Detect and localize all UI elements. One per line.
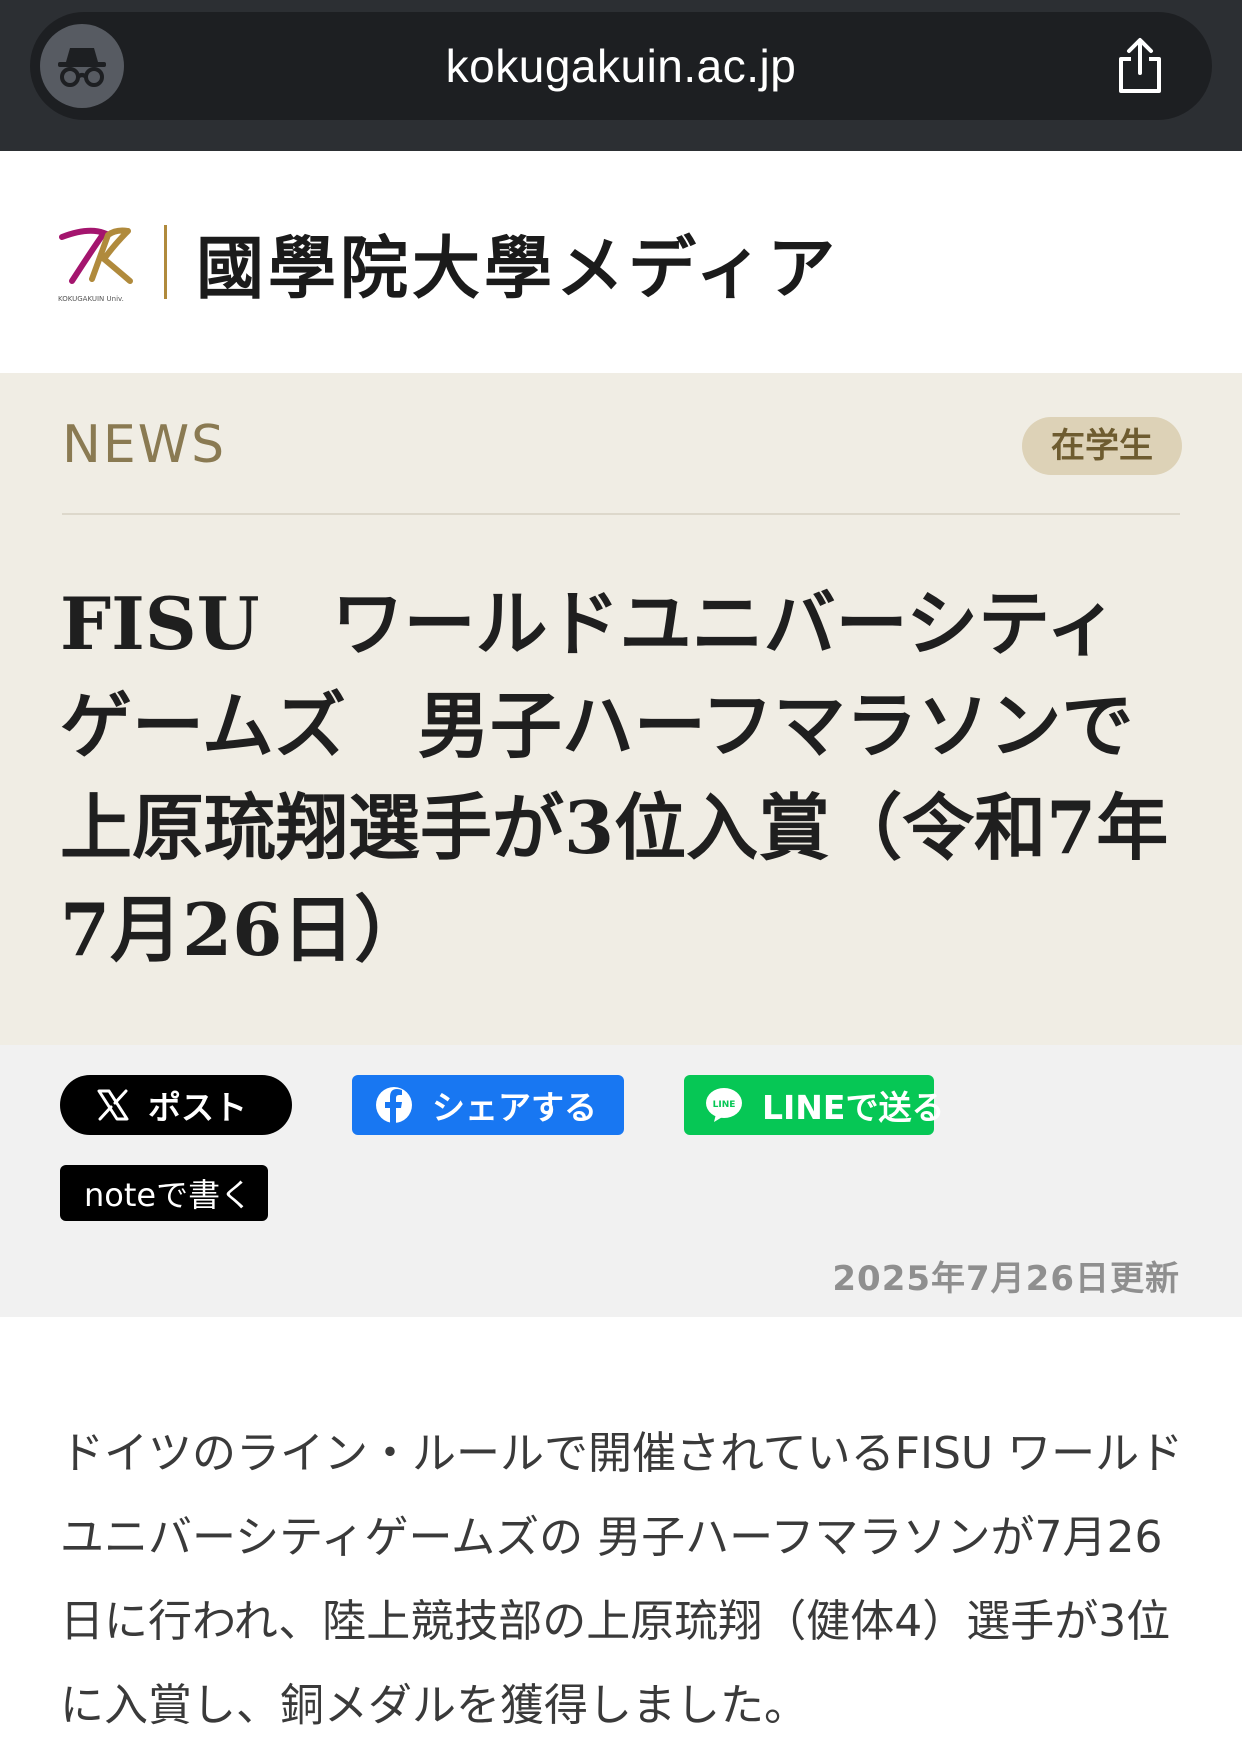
site-header: KOKUGAKUIN Univ. 國學院大學メディア <box>0 151 1242 373</box>
university-logo[interactable]: KOKUGAKUIN Univ. <box>58 223 136 303</box>
updated-date: 2025年7月26日更新 <box>832 1259 1180 1299</box>
svg-text:KOKUGAKUIN Univ.: KOKUGAKUIN Univ. <box>58 295 124 303</box>
facebook-icon <box>374 1085 414 1125</box>
note-write-button[interactable]: noteで書く <box>60 1165 268 1221</box>
x-post-button[interactable]: ポスト <box>60 1075 292 1135</box>
category-badge[interactable]: 在学生 <box>1022 417 1182 475</box>
note-write-label: noteで書く <box>84 1176 253 1214</box>
site-title[interactable]: 國學院大學メディア <box>196 213 839 312</box>
article-hero: NEWS 在学生 FISU ワールドユニバーシティゲームズ 男子ハーフマラソンで… <box>0 373 1242 1045</box>
share-bar: ポスト シェアする LINE LINEで送る noteで書く 2025年7月26… <box>0 1045 1242 1317</box>
article-headline: FISU ワールドユニバーシティゲームズ 男子ハーフマラソンで上原琉翔選手が3位… <box>60 581 1169 972</box>
line-send-label: LINEで送る <box>762 1088 945 1127</box>
address-bar[interactable]: kokugakuin.ac.jp <box>30 12 1212 120</box>
facebook-share-button[interactable]: シェアする <box>352 1075 624 1135</box>
section-label: NEWS <box>62 415 227 475</box>
logo-divider <box>164 225 167 299</box>
facebook-share-label: シェアする <box>432 1088 597 1127</box>
x-logo-icon <box>96 1088 130 1122</box>
svg-text:LINE: LINE <box>713 1100 736 1110</box>
x-post-label: ポスト <box>148 1088 247 1127</box>
url-text[interactable]: kokugakuin.ac.jp <box>30 12 1212 120</box>
share-icon[interactable] <box>1110 36 1170 96</box>
article-body: ドイツのライン・ルールで開催されているFISU ワールドユニバーシティゲームズの… <box>60 1428 1184 1731</box>
line-send-button[interactable]: LINE LINEで送る <box>684 1075 944 1135</box>
line-icon: LINE <box>704 1086 744 1124</box>
divider <box>62 513 1180 515</box>
browser-toolbar: kokugakuin.ac.jp <box>0 0 1242 151</box>
